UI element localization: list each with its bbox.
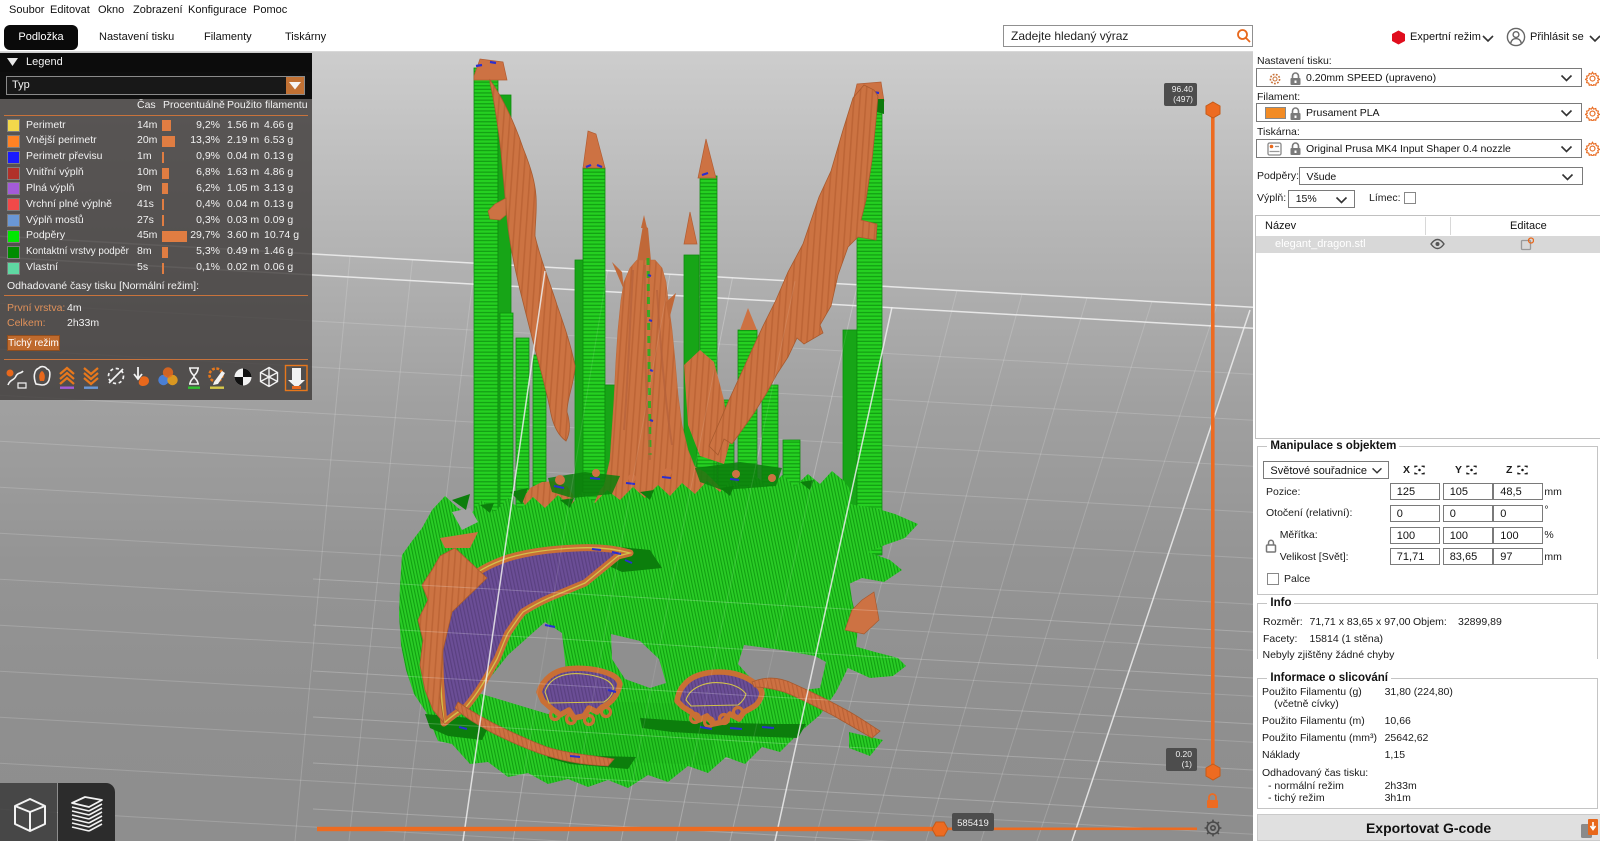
svg-text:96.40: 96.40	[1172, 84, 1194, 94]
svg-text:585419: 585419	[957, 818, 989, 829]
svg-text:(497): (497)	[1173, 94, 1193, 104]
svg-text:0.20: 0.20	[1175, 749, 1192, 759]
svg-text:(1): (1)	[1182, 759, 1193, 769]
